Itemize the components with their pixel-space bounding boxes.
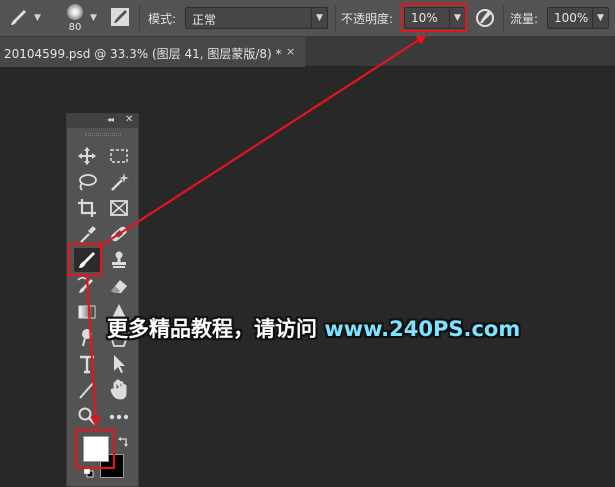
arrow-to-opacity (98, 34, 427, 248)
brush-tool-highlight-box (68, 243, 102, 276)
type-tool[interactable] (74, 352, 100, 376)
clone-stamp-tool[interactable] (106, 248, 132, 272)
brush-preset-picker[interactable]: 80 (62, 3, 88, 33)
gradient-icon (78, 305, 96, 319)
hand-tool[interactable] (106, 378, 132, 402)
zoom-tool[interactable] (74, 404, 100, 428)
close-panel-icon[interactable]: ✕ (125, 114, 133, 125)
band-aid-icon (111, 226, 127, 242)
type-t-icon (80, 355, 94, 374)
separator (139, 5, 140, 31)
blend-mode-select[interactable]: 正常 ▼ (185, 7, 328, 29)
line-tool[interactable] (74, 378, 100, 402)
frame-tool[interactable] (106, 196, 132, 220)
mode-label: 模式: (148, 12, 177, 26)
tools-panel-header[interactable]: ◂◂ ✕ (67, 114, 138, 128)
document-tab-bar: 20104599.psd @ 33.3% (图层 41, 图层蒙版/8) * × (0, 37, 615, 67)
brush-settings-panel-icon[interactable] (110, 7, 130, 27)
flow-value: 100% (554, 11, 589, 25)
watermark-chinese: 更多精品教程，请访问 (107, 317, 325, 341)
magic-wand-icon (111, 173, 129, 191)
brush-tip-icon (67, 4, 83, 20)
history-brush-icon (77, 276, 93, 293)
document-tab[interactable]: 20104599.psd @ 33.3% (图层 41, 图层蒙版/8) * × (0, 37, 305, 67)
move-icon (78, 147, 96, 165)
watermark-text: 更多精品教程，请访问 www.240PS.com (107, 313, 520, 343)
crop-icon (78, 199, 96, 217)
close-tab-icon[interactable]: × (286, 45, 295, 58)
dodge-icon (82, 329, 92, 347)
tool-preset-chevron-down-icon[interactable]: ▼ (34, 13, 41, 23)
pressure-opacity-icon[interactable] (474, 7, 496, 29)
separator (503, 5, 504, 31)
edit-toolbar-button[interactable] (106, 404, 132, 428)
arrow-cursor-icon (114, 355, 125, 373)
flow-label: 流量: (510, 12, 539, 26)
opacity-highlight-box (401, 3, 467, 32)
move-tool[interactable] (74, 144, 100, 168)
brush-preset-chevron-down-icon[interactable]: ▼ (90, 13, 97, 23)
blend-mode-value: 正常 (192, 13, 217, 27)
healing-brush-tool[interactable] (106, 222, 132, 246)
flow-chevron-down-icon: ▼ (592, 8, 608, 28)
default-colors-icon[interactable] (84, 468, 94, 478)
history-brush-tool[interactable] (74, 274, 100, 298)
blend-mode-chevron-down-icon: ▼ (311, 8, 327, 28)
stamp-icon (112, 251, 126, 268)
collapse-panel-icon[interactable]: ◂◂ (107, 115, 114, 124)
path-selection-tool[interactable] (106, 352, 132, 376)
more-dots-icon (109, 414, 129, 420)
flow-input[interactable]: 100% ▼ (547, 7, 609, 29)
separator (335, 5, 336, 31)
crop-tool[interactable] (74, 196, 100, 220)
watermark-url: www.240PS.com (324, 317, 521, 341)
magnifier-icon (78, 407, 96, 425)
lasso-tool[interactable] (74, 170, 100, 194)
magic-wand-tool[interactable] (106, 170, 132, 194)
options-bar: ▼ 80 ▼ 模式: 正常 ▼ 不透明度: 10% ▼ 流量: 100% ▼ (0, 0, 615, 37)
line-icon (79, 381, 95, 399)
brush-size-value: 80 (68, 22, 82, 33)
foreground-color-highlight-box (75, 429, 115, 469)
brush-tool-preset-icon[interactable] (8, 8, 30, 28)
swap-colors-icon[interactable] (117, 436, 129, 448)
eraser-tool[interactable] (106, 274, 132, 298)
rectangle-marquee-icon (110, 149, 128, 163)
frame-icon (110, 200, 128, 216)
hand-icon (110, 379, 127, 400)
lasso-icon (79, 174, 97, 191)
marquee-tool[interactable] (106, 144, 132, 168)
eraser-icon (111, 280, 127, 293)
panel-grip[interactable] (85, 133, 121, 136)
document-tab-title: 20104599.psd @ 33.3% (图层 41, 图层蒙版/8) * (4, 47, 282, 61)
opacity-label: 不透明度: (341, 12, 394, 26)
dodge-tool[interactable] (74, 326, 100, 350)
gradient-tool[interactable] (74, 300, 100, 324)
